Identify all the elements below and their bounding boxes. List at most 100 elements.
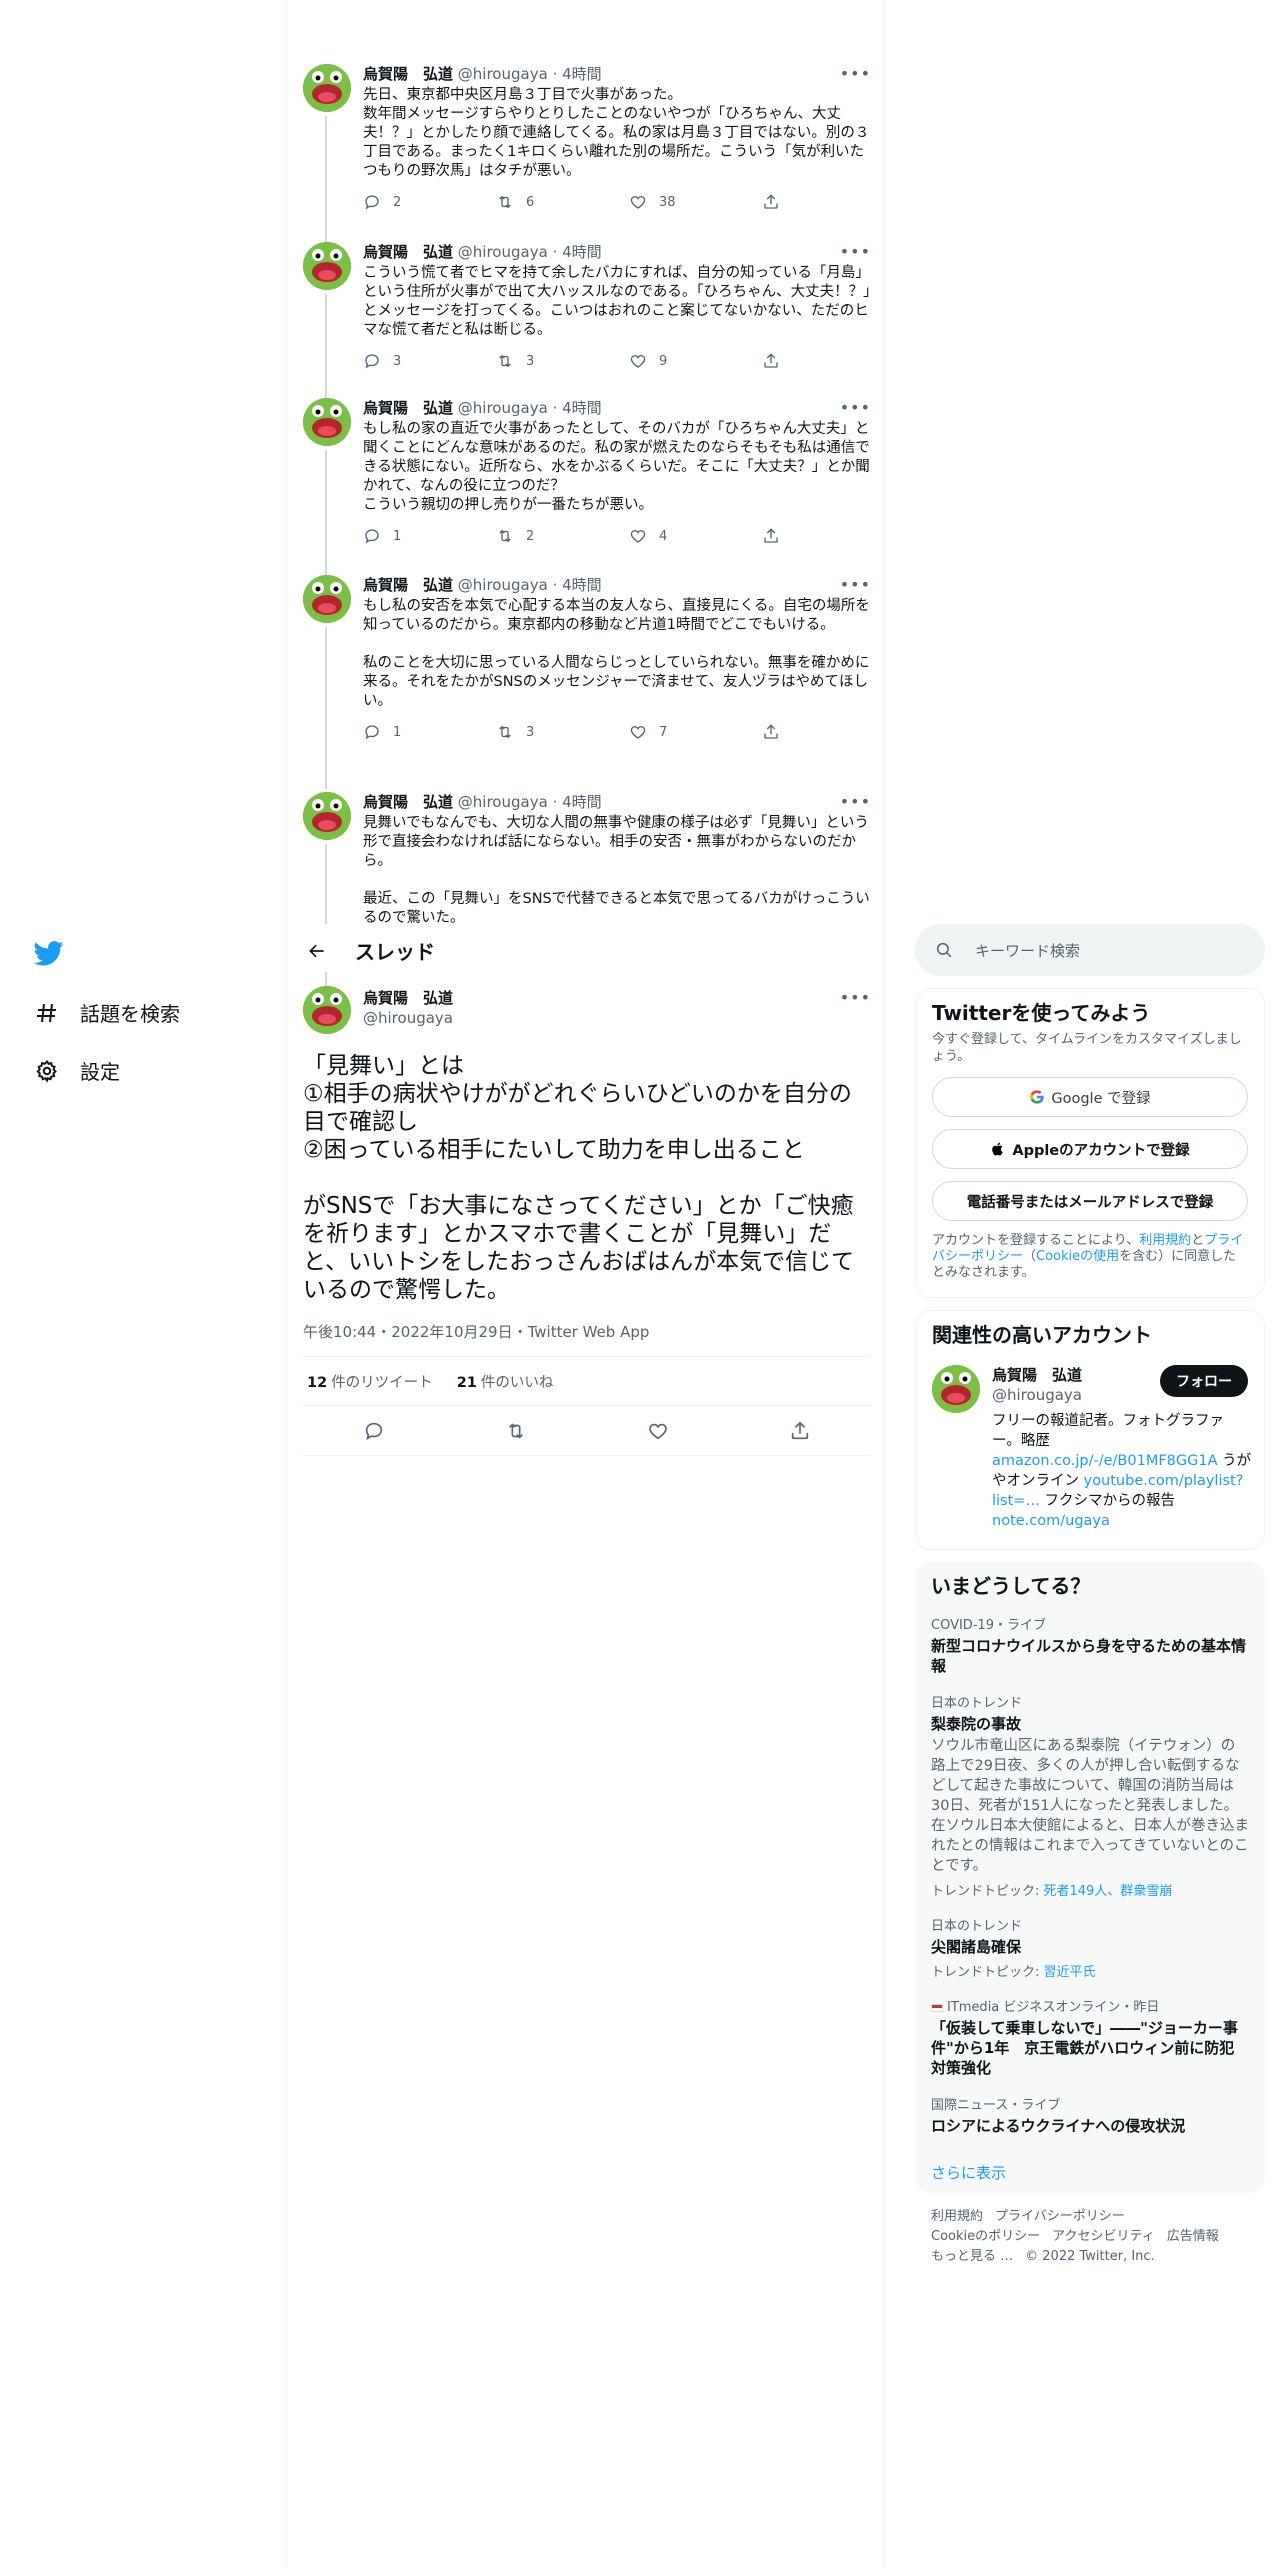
nav-explore-label: 話題を検索 [80,1002,180,1026]
tweet-stats: 12 件のリツイート 21 件のいいね [303,1356,871,1406]
tweet-text: 先日、東京都中央区月島３丁目で火事があった。 数年間メッセージすらやりとりしたこ… [363,87,870,179]
flag-icon [931,2003,943,2012]
reply-icon[interactable] [363,1420,385,1442]
more-icon[interactable]: ••• [840,64,871,83]
tweet-time[interactable]: · 4時間 [553,65,602,83]
tweet-time[interactable]: · 4時間 [553,399,602,417]
footer: 利用規約 プライバシーポリシー Cookieのポリシー アクセシビリティ 広告情報 も… [915,2207,1265,2267]
like-stat[interactable]: 21 件のいいね [457,1371,554,1392]
avatar[interactable] [303,575,351,623]
author-name[interactable]: 烏賀陽 弘道 [363,65,453,83]
google-signup-button[interactable]: Google で登録 [932,1077,1248,1117]
avatar[interactable] [303,398,351,446]
retweet-button[interactable]: 3 [496,352,629,370]
retweet-icon[interactable] [505,1420,527,1442]
share-button[interactable] [762,352,792,370]
share-button[interactable] [762,193,792,211]
author-name[interactable]: 烏賀陽 弘道 [363,399,453,417]
nav-settings[interactable]: 設定 [34,1056,120,1085]
trend-context: COVID-19・ライブ [931,1618,1047,1633]
like-count: 4 [659,528,668,544]
author-name[interactable]: 烏賀陽 弘道 [363,576,453,594]
footer-privacy[interactable]: プライバシーポリシー [995,2209,1125,2224]
like-button[interactable]: 38 [629,193,762,211]
signup-legal: アカウントを登録することにより、利用規約とプライバシーポリシー（Cookieの使… [932,1233,1248,1281]
trend-item[interactable]: COVID-19・ライブ 新型コロナウイルスから身を守るための基本情報 [931,1618,1249,1676]
thread-connector [325,627,327,789]
google-icon [1030,1090,1045,1104]
like-button[interactable]: 4 [629,527,762,545]
avatar[interactable] [932,1365,980,1413]
reply-button[interactable]: 3 [363,352,496,370]
share-icon[interactable] [789,1420,811,1442]
reply-count: 2 [393,194,402,210]
more-icon[interactable]: ••• [840,792,871,811]
reply-icon [365,725,379,740]
more-icon[interactable]: ••• [840,398,871,417]
trends-title: いまどうしてる？ [931,1574,1091,1598]
terms-link[interactable]: 利用規約 [1139,1233,1191,1248]
avatar[interactable] [303,986,351,1034]
back-button[interactable] [299,933,335,969]
author-name[interactable]: 烏賀陽 弘道 [363,793,453,811]
follow-button[interactable]: フォロー [1160,1365,1248,1397]
footer-cookie[interactable]: Cookieのポリシー [931,2229,1040,2244]
tweet-time[interactable]: · 4時間 [553,576,602,594]
retweet-icon [499,529,511,543]
tweet-time[interactable]: · 4時間 [553,793,602,811]
reply-button[interactable]: 2 [363,193,496,211]
page-title: スレッド [355,940,435,964]
more-icon[interactable]: ••• [840,242,871,261]
search-input[interactable]: キーワード検索 [915,924,1265,976]
twitter-logo-icon[interactable] [33,938,64,968]
retweet-count: 6 [526,194,535,210]
author-name[interactable]: 烏賀陽 弘道 [363,988,453,1008]
more-icon[interactable]: ••• [840,988,871,1007]
reply-button[interactable]: 1 [363,723,496,741]
avatar[interactable] [303,242,351,290]
cookie-link[interactable]: Cookieの使用 [1036,1249,1119,1264]
retweet-button[interactable]: 6 [496,193,629,211]
trend-item[interactable]: ITmedia ビジネスオンライン・昨日 「仮装して乗車しないで」――"ジョーカ… [931,2000,1249,2078]
footer-ads[interactable]: 広告情報 [1167,2229,1219,2244]
trend-topics-links[interactable]: 死者149人、群衆雪崩 [1044,1884,1173,1899]
reply-button[interactable]: 1 [363,527,496,545]
more-icon[interactable]: ••• [840,575,871,594]
author-handle[interactable]: @hirougaya [458,793,548,811]
apple-signup-button[interactable]: Appleのアカウントで登録 [932,1129,1248,1169]
share-button[interactable] [762,723,792,741]
retweet-button[interactable]: 2 [496,527,629,545]
nav-explore[interactable]: 話題を検索 [34,998,180,1027]
author-handle[interactable]: @hirougaya [458,65,548,83]
retweet-button[interactable]: 3 [496,723,629,741]
show-more-link[interactable]: さらに表示 [931,2162,1249,2183]
footer-more[interactable]: もっと見る … [931,2249,1013,2264]
main-tweet-actions [303,1406,871,1456]
bio-link-note[interactable]: note.com/ugaya [992,1513,1110,1529]
trend-item[interactable]: 日本のトレンド 梨泰院の事故 ソウル市竜山区にある梨泰院（イテウォン）の路上で2… [931,1696,1249,1899]
like-button[interactable]: 7 [629,723,762,741]
author-handle[interactable]: @hirougaya [458,399,548,417]
phone-email-signup-button[interactable]: 電話番号またはメールアドレスで登録 [932,1181,1248,1221]
author-handle[interactable]: @hirougaya [458,576,548,594]
trend-topics-links[interactable]: 習近平氏 [1044,1965,1096,1980]
like-button[interactable]: 9 [629,352,762,370]
share-button[interactable] [762,527,792,545]
trends-card: いまどうしてる？ COVID-19・ライブ 新型コロナウイルスから身を守るための… [915,1562,1265,2193]
heart-icon[interactable] [647,1420,669,1442]
bio-link-amazon[interactable]: amazon.co.jp/-/e/B01MF8GG1A [992,1453,1218,1469]
author-handle[interactable]: @hirougaya [458,243,548,261]
avatar[interactable] [303,64,351,112]
author-name[interactable]: 烏賀陽 弘道 [363,243,453,261]
tweet-timestamp[interactable]: 午後10:44・2022年10月29日・Twitter Web App [303,1321,649,1342]
footer-terms[interactable]: 利用規約 [931,2209,983,2224]
retweet-stat[interactable]: 12 件のリツイート [307,1371,433,1392]
tweet-time[interactable]: · 4時間 [553,243,602,261]
author-handle[interactable]: @hirougaya [363,1008,453,1028]
avatar[interactable] [303,792,351,840]
footer-accessibility[interactable]: アクセシビリティ [1052,2229,1155,2244]
trend-item[interactable]: 国際ニュース・ライブ ロシアによるウクライナへの侵攻状況 [931,2098,1249,2136]
related-account[interactable]: 烏賀陽 弘道 @hirougaya フリーの報道記者。フォトグラファー。略歴 a… [932,1365,1251,1537]
trend-item[interactable]: 日本のトレンド 尖閣諸島確保 トレンドトピック: 習近平氏 [931,1919,1249,1980]
tweet-text: 見舞いでもなんでも、大切な人間の無事や健康の様子は必ず「見舞い」という形で直接会… [363,815,870,924]
